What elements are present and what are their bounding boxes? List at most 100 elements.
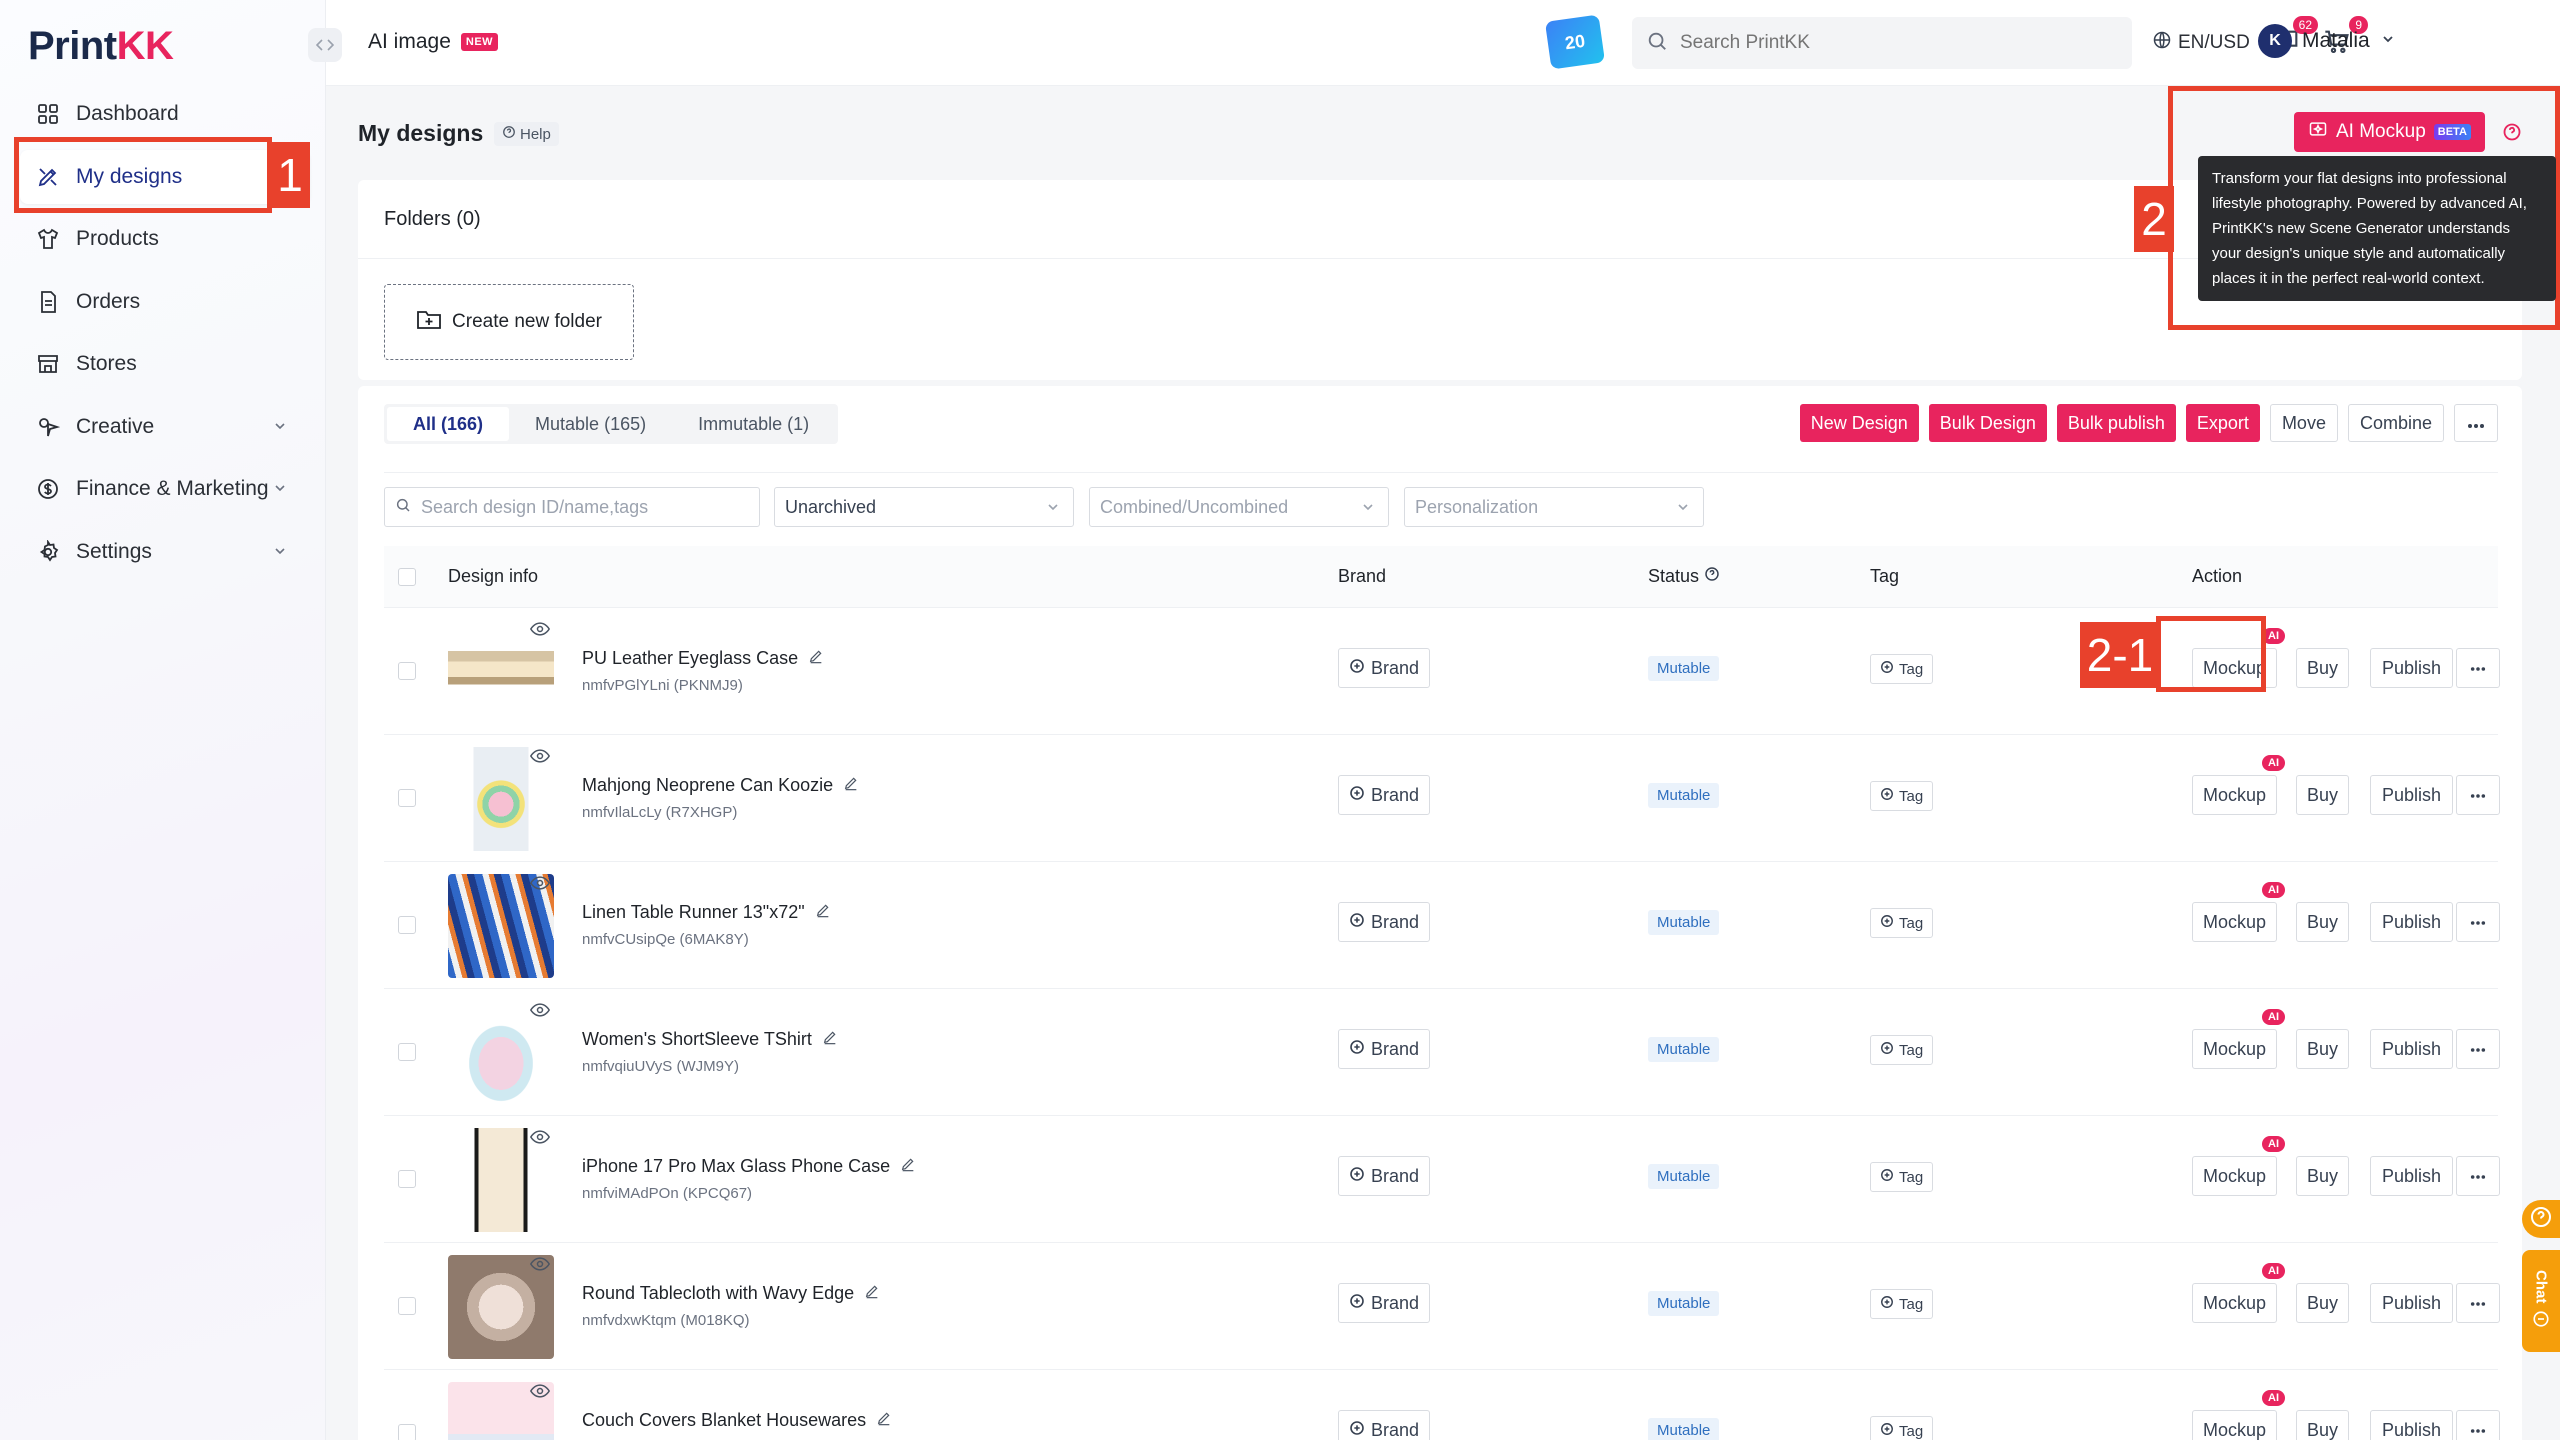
tab-all[interactable]: All (166): [387, 407, 510, 441]
brand-button[interactable]: Brand: [1338, 1283, 1431, 1323]
publish-button[interactable]: Publish: [2370, 648, 2454, 688]
edit-pencil-icon[interactable]: [822, 1029, 838, 1050]
row-more-button[interactable]: [2456, 902, 2500, 942]
buy-button[interactable]: Buy: [2296, 902, 2350, 942]
tag-button[interactable]: Tag: [1870, 654, 1934, 684]
tab-mutable[interactable]: Mutable (165): [509, 407, 672, 441]
sidebar-item-finance-marketing[interactable]: Finance & Marketing: [20, 462, 310, 516]
edit-pencil-icon[interactable]: [900, 1156, 916, 1177]
tag-button[interactable]: Tag: [1870, 1289, 1934, 1319]
select-all-checkbox[interactable]: [398, 568, 416, 586]
buy-button[interactable]: Buy: [2296, 775, 2350, 815]
tag-button[interactable]: Tag: [1870, 1035, 1934, 1065]
edit-pencil-icon[interactable]: [843, 775, 859, 796]
buy-button[interactable]: Buy: [2296, 1283, 2350, 1323]
printkk-logo[interactable]: PrintKK: [28, 24, 174, 69]
more-actions-button[interactable]: [2454, 404, 2498, 442]
brand-button[interactable]: Brand: [1338, 1156, 1431, 1196]
sidebar-item-settings[interactable]: Settings: [20, 525, 310, 579]
row-more-button[interactable]: [2456, 648, 2500, 688]
ai-mockup-button[interactable]: AI Mockup BETA: [2294, 112, 2485, 152]
combine-button[interactable]: Combine: [2347, 404, 2444, 442]
design-search-field[interactable]: Search design ID/name,tags: [384, 487, 760, 527]
publish-button[interactable]: Publish: [2370, 1029, 2454, 1069]
edit-pencil-icon[interactable]: [808, 648, 824, 669]
row-checkbox[interactable]: [398, 1297, 416, 1315]
brand-button[interactable]: Brand: [1338, 1029, 1431, 1069]
bulk-publish-button[interactable]: Bulk publish: [2056, 404, 2176, 442]
eye-icon[interactable]: [529, 1257, 551, 1276]
personalization-select[interactable]: Personalization: [1404, 487, 1704, 527]
tag-button[interactable]: Tag: [1870, 908, 1934, 938]
buy-button[interactable]: Buy: [2296, 1410, 2350, 1440]
mockup-button[interactable]: Mockup: [2192, 1029, 2278, 1069]
promo-banner[interactable]: 20: [1544, 14, 1606, 70]
language-currency-selector[interactable]: EN/USD: [2152, 30, 2250, 56]
help-float-button[interactable]: [2522, 1200, 2560, 1238]
sidebar-item-dashboard[interactable]: Dashboard: [20, 87, 310, 141]
global-search[interactable]: [1632, 17, 2132, 69]
brand-button[interactable]: Brand: [1338, 1410, 1431, 1440]
row-more-button[interactable]: [2456, 1156, 2500, 1196]
sidebar-item-stores[interactable]: Stores: [20, 337, 310, 391]
ai-image-link[interactable]: AI image NEW: [368, 30, 499, 54]
brand-button[interactable]: Brand: [1338, 648, 1431, 688]
tag-button[interactable]: Tag: [1870, 1416, 1934, 1440]
archive-select[interactable]: Unarchived: [774, 487, 1074, 527]
brand-button[interactable]: Brand: [1338, 775, 1431, 815]
tab-immutable[interactable]: Immutable (1): [672, 407, 835, 441]
combined-select[interactable]: Combined/Uncombined: [1089, 487, 1389, 527]
move-button[interactable]: Move: [2269, 404, 2338, 442]
publish-button[interactable]: Publish: [2370, 1283, 2454, 1323]
question-circle-icon[interactable]: [2502, 122, 2522, 147]
row-more-button[interactable]: [2456, 1283, 2500, 1323]
export-button[interactable]: Export: [2185, 404, 2260, 442]
eye-icon[interactable]: [529, 1384, 551, 1403]
user-menu[interactable]: K Matalia: [2258, 24, 2396, 58]
publish-button[interactable]: Publish: [2370, 1156, 2454, 1196]
bulk-design-button[interactable]: Bulk Design: [1928, 404, 2047, 442]
sidebar-item-creative[interactable]: Creative: [20, 400, 310, 454]
mockup-button[interactable]: Mockup: [2192, 1410, 2278, 1440]
buy-button[interactable]: Buy: [2296, 648, 2350, 688]
row-checkbox[interactable]: [398, 916, 416, 934]
buy-button[interactable]: Buy: [2296, 1029, 2350, 1069]
mockup-button[interactable]: Mockup: [2192, 648, 2278, 688]
publish-button[interactable]: Publish: [2370, 902, 2454, 942]
tag-button[interactable]: Tag: [1870, 781, 1934, 811]
brand-button[interactable]: Brand: [1338, 902, 1431, 942]
eye-icon[interactable]: [529, 749, 551, 768]
row-checkbox[interactable]: [398, 1170, 416, 1188]
question-circle-icon[interactable]: [1704, 566, 1720, 587]
mockup-button[interactable]: Mockup: [2192, 1156, 2278, 1196]
create-folder-button[interactable]: Create new folder: [384, 284, 634, 360]
publish-button[interactable]: Publish: [2370, 1410, 2454, 1440]
mockup-button[interactable]: Mockup: [2192, 775, 2278, 815]
edit-pencil-icon[interactable]: [876, 1410, 892, 1431]
sidebar-item-orders[interactable]: Orders: [20, 275, 310, 329]
help-link[interactable]: Help: [494, 122, 559, 146]
design-search-input[interactable]: Search design ID/name,tags: [421, 497, 648, 518]
mockup-button[interactable]: Mockup: [2192, 1283, 2278, 1323]
eye-icon[interactable]: [529, 876, 551, 895]
mockup-button[interactable]: Mockup: [2192, 902, 2278, 942]
row-checkbox[interactable]: [398, 789, 416, 807]
new-design-button[interactable]: New Design: [1799, 404, 1919, 442]
global-search-input[interactable]: [1680, 32, 2100, 54]
row-more-button[interactable]: [2456, 775, 2500, 815]
collapse-sidebar-button[interactable]: [308, 28, 342, 62]
tag-button[interactable]: Tag: [1870, 1162, 1934, 1192]
publish-button[interactable]: Publish: [2370, 775, 2454, 815]
eye-icon[interactable]: [529, 622, 551, 641]
buy-button[interactable]: Buy: [2296, 1156, 2350, 1196]
eye-icon[interactable]: [529, 1130, 551, 1149]
row-checkbox[interactable]: [398, 1043, 416, 1061]
sidebar-item-my-designs[interactable]: My designs: [20, 150, 310, 204]
sidebar-item-products[interactable]: Products: [20, 212, 310, 266]
row-checkbox[interactable]: [398, 1424, 416, 1440]
chat-float-button[interactable]: Chat: [2522, 1250, 2560, 1352]
row-more-button[interactable]: [2456, 1029, 2500, 1069]
row-more-button[interactable]: [2456, 1410, 2500, 1440]
edit-pencil-icon[interactable]: [864, 1283, 880, 1304]
eye-icon[interactable]: [529, 1003, 551, 1022]
